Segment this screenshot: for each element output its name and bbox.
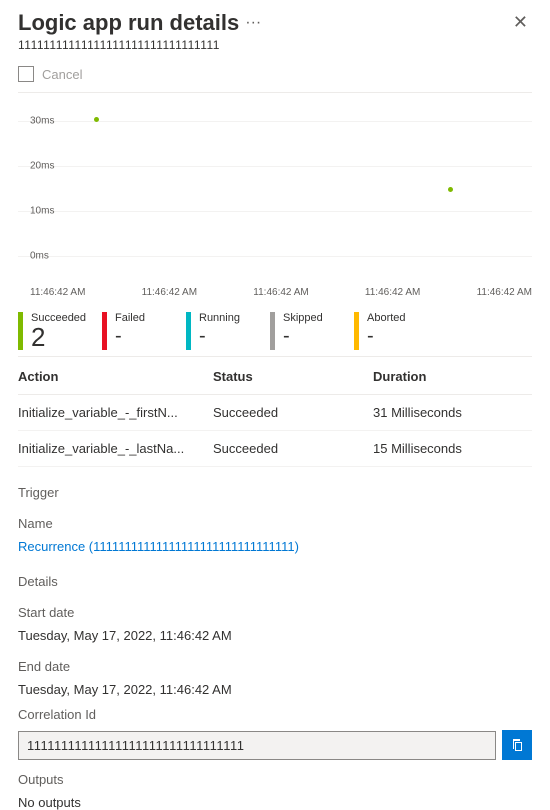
cell-action: Initialize_variable_-_lastNa... <box>18 441 213 456</box>
cancel-label: Cancel <box>42 67 82 82</box>
outputs-value: No outputs <box>18 795 532 810</box>
col-header-status: Status <box>213 369 373 384</box>
col-header-duration: Duration <box>373 369 532 384</box>
y-tick: 30ms <box>30 116 54 127</box>
cell-status: Succeeded <box>213 441 373 456</box>
trigger-name-link[interactable]: Recurrence (1111111111111111111111111111… <box>18 539 532 554</box>
kpi-label: Running <box>199 312 240 324</box>
y-tick: 10ms <box>30 206 54 217</box>
trigger-name-label: Name <box>18 516 532 531</box>
start-date-label: Start date <box>18 605 532 620</box>
cell-action: Initialize_variable_-_firstN... <box>18 405 213 420</box>
kpi-failed: Failed- <box>102 312 186 350</box>
correlation-id-label: Correlation Id <box>18 707 532 722</box>
y-tick: 0ms <box>30 251 49 262</box>
kpi-label: Skipped <box>283 312 323 324</box>
y-tick: 20ms <box>30 161 54 172</box>
kpi-value: - <box>199 324 240 348</box>
page-title: Logic app run details <box>18 10 239 36</box>
outputs-section: Outputs <box>18 772 532 787</box>
kpi-bar <box>270 312 275 350</box>
kpi-bar <box>18 312 23 350</box>
kpi-row: Succeeded2Failed-Running-Skipped-Aborted… <box>18 312 532 357</box>
x-tick: 11:46:42 AM <box>142 287 197 298</box>
kpi-aborted: Aborted- <box>354 312 438 350</box>
kpi-running: Running- <box>186 312 270 350</box>
start-date-value: Tuesday, May 17, 2022, 11:46:42 AM <box>18 628 532 643</box>
chart-point <box>448 187 453 192</box>
more-menu-icon[interactable]: ··· <box>245 14 261 32</box>
table-row[interactable]: Initialize_variable_-_lastNa...Succeeded… <box>18 431 532 467</box>
copy-button[interactable] <box>502 730 532 760</box>
x-tick: 11:46:42 AM <box>253 287 308 298</box>
kpi-skipped: Skipped- <box>270 312 354 350</box>
correlation-id-field[interactable]: 11111111111111111111111111111111 <box>18 731 496 760</box>
kpi-bar <box>354 312 359 350</box>
kpi-bar <box>102 312 107 350</box>
chart-point <box>94 117 99 122</box>
kpi-value: - <box>367 324 406 348</box>
cancel-checkbox[interactable] <box>18 66 34 82</box>
x-tick: 11:46:42 AM <box>365 287 420 298</box>
run-id: 11111111111111111111111111111111 <box>18 38 532 52</box>
cell-status: Succeeded <box>213 405 373 420</box>
end-date-value: Tuesday, May 17, 2022, 11:46:42 AM <box>18 682 532 697</box>
end-date-label: End date <box>18 659 532 674</box>
kpi-succeeded: Succeeded2 <box>18 312 102 350</box>
details-section: Details <box>18 574 532 589</box>
kpi-bar <box>186 312 191 350</box>
kpi-value: - <box>115 324 145 348</box>
kpi-label: Aborted <box>367 312 406 324</box>
duration-chart: 30ms 20ms 10ms 0ms <box>18 101 532 281</box>
col-header-action: Action <box>18 369 213 384</box>
x-axis-ticks: 11:46:42 AM 11:46:42 AM 11:46:42 AM 11:4… <box>18 281 532 308</box>
cell-duration: 15 Milliseconds <box>373 441 532 456</box>
kpi-label: Failed <box>115 312 145 324</box>
table-row[interactable]: Initialize_variable_-_firstN...Succeeded… <box>18 395 532 431</box>
close-button[interactable]: ✕ <box>509 10 532 35</box>
cell-duration: 31 Milliseconds <box>373 405 532 420</box>
kpi-value: - <box>283 324 323 348</box>
x-tick: 11:46:42 AM <box>477 287 532 298</box>
trigger-section: Trigger <box>18 485 532 500</box>
copy-icon <box>509 737 525 753</box>
x-tick: 11:46:42 AM <box>30 287 85 298</box>
kpi-value: 2 <box>31 324 86 350</box>
